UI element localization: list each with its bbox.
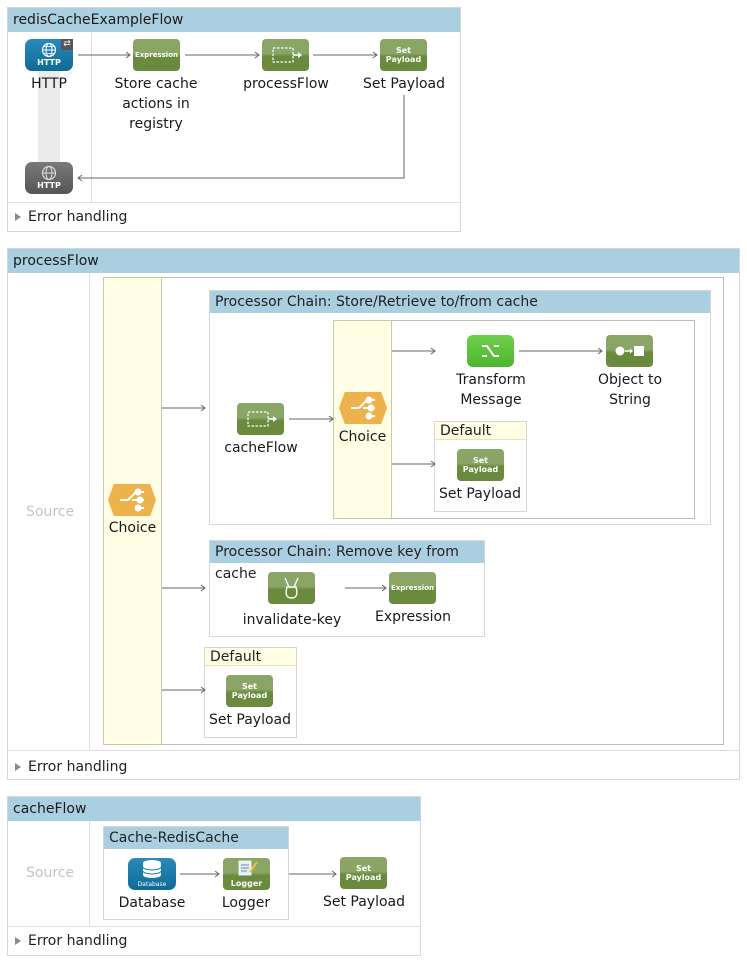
set-payload-icon-text-1: Set xyxy=(241,682,257,691)
cache-set-payload-node[interactable]: Set Payload xyxy=(340,857,387,889)
http-label: HTTP xyxy=(31,76,67,92)
set-payload-icon-text-1: Set xyxy=(395,46,411,55)
cache-set-payload-label: Set Payload xyxy=(322,894,406,910)
flow-reference-icon xyxy=(272,47,302,63)
http-response-icon-text: HTTP xyxy=(37,181,61,190)
expression-node[interactable]: Expression xyxy=(389,572,436,604)
invalidate-key-node[interactable] xyxy=(268,572,315,604)
flow-title: processFlow xyxy=(8,249,739,273)
cache-flow-label: cacheFlow xyxy=(224,440,298,456)
http-listener-node[interactable]: HTTP ⇄ xyxy=(25,39,73,71)
http-response-node[interactable]: HTTP xyxy=(25,162,73,194)
flow-title: cacheFlow xyxy=(8,797,420,821)
set-payload-node[interactable]: Set Payload xyxy=(380,39,427,71)
expand-triangle-icon xyxy=(15,212,21,221)
process-flow-ref-node[interactable] xyxy=(262,39,309,71)
source-divider xyxy=(89,821,90,926)
default-set-payload-node[interactable]: Set Payload xyxy=(226,675,273,707)
store-cache-expression-node[interactable]: Expression xyxy=(133,39,180,71)
logger-node[interactable]: Logger xyxy=(223,858,270,890)
expression-icon-text: Expression xyxy=(390,584,435,592)
transform-message-node[interactable] xyxy=(467,335,514,367)
logger-icon-text: Logger xyxy=(230,879,263,888)
set-payload-icon-text-1: Set xyxy=(355,864,371,873)
flow-reference-icon xyxy=(247,411,277,427)
process-flow-label: processFlow xyxy=(243,76,329,92)
store-cache-label-2: actions in xyxy=(122,96,190,112)
transform-label-1: Transform xyxy=(456,372,526,388)
error-handling-toggle[interactable]: Error handling xyxy=(15,932,127,950)
source-divider xyxy=(89,273,90,750)
expand-triangle-icon xyxy=(15,936,21,945)
source-placeholder: Source xyxy=(26,504,75,520)
inner-default-set-payload-node[interactable]: Set Payload xyxy=(457,449,504,481)
set-payload-icon-text-2: Payload xyxy=(385,55,422,64)
cache-rabbit-icon xyxy=(284,577,299,599)
inner-choice-node[interactable] xyxy=(339,392,387,424)
object-to-string-node[interactable] xyxy=(606,335,653,367)
chain-title: Cache-RedisCache xyxy=(104,827,288,849)
default-set-payload-label: Set Payload xyxy=(208,712,292,728)
expand-triangle-icon xyxy=(15,762,21,771)
error-handling-toggle[interactable]: Error handling xyxy=(15,208,127,226)
error-handling-toggle[interactable]: Error handling xyxy=(15,758,127,776)
store-cache-label-1: Store cache xyxy=(114,76,198,92)
object-to-string-label-1: Object to xyxy=(597,372,663,388)
expression-icon-text: Expression xyxy=(134,51,179,59)
choice-router-node[interactable] xyxy=(108,484,156,516)
logger-label: Logger xyxy=(221,895,271,911)
chain-title: Processor Chain: Store/Retrieve to/from … xyxy=(210,291,710,313)
choice-label: Choice xyxy=(108,520,157,536)
set-payload-icon-text-2: Payload xyxy=(231,691,268,700)
object-to-string-label-2: String xyxy=(609,392,651,408)
set-payload-icon-text-2: Payload xyxy=(462,465,499,474)
default-title: Default xyxy=(205,648,296,666)
http-icon-text: HTTP xyxy=(37,58,61,67)
source-placeholder: Source xyxy=(26,865,75,881)
chain-title: Processor Chain: Remove key from cache xyxy=(210,541,484,582)
expression-label: Expression xyxy=(375,609,451,625)
store-cache-label-3: registry xyxy=(129,116,183,132)
transform-label-2: Message xyxy=(460,392,522,408)
source-divider xyxy=(91,32,92,202)
invalidate-key-label: invalidate-key xyxy=(242,612,342,628)
set-payload-icon-text-2: Payload xyxy=(345,873,382,882)
choice-branch-icon xyxy=(120,488,144,512)
inner-default-set-payload-label: Set Payload xyxy=(438,486,522,502)
inner-choice-label: Choice xyxy=(338,429,387,445)
database-node[interactable]: Database xyxy=(128,858,176,890)
database-icon-text: Database xyxy=(137,881,167,888)
cache-flow-ref-node[interactable] xyxy=(237,403,284,435)
set-payload-label: Set Payload xyxy=(362,76,446,92)
default-title: Default xyxy=(435,422,526,440)
object-to-string-icon xyxy=(615,346,644,356)
choice-branch-icon xyxy=(351,396,375,420)
error-divider xyxy=(8,750,739,751)
database-label: Database xyxy=(118,895,186,911)
set-payload-icon-text-1: Set xyxy=(472,456,488,465)
error-divider xyxy=(8,202,460,203)
transform-icon xyxy=(482,345,499,357)
exchange-badge-icon: ⇄ xyxy=(61,39,73,50)
error-divider xyxy=(8,926,420,927)
flow-title: redisCacheExampleFlow xyxy=(8,8,460,32)
